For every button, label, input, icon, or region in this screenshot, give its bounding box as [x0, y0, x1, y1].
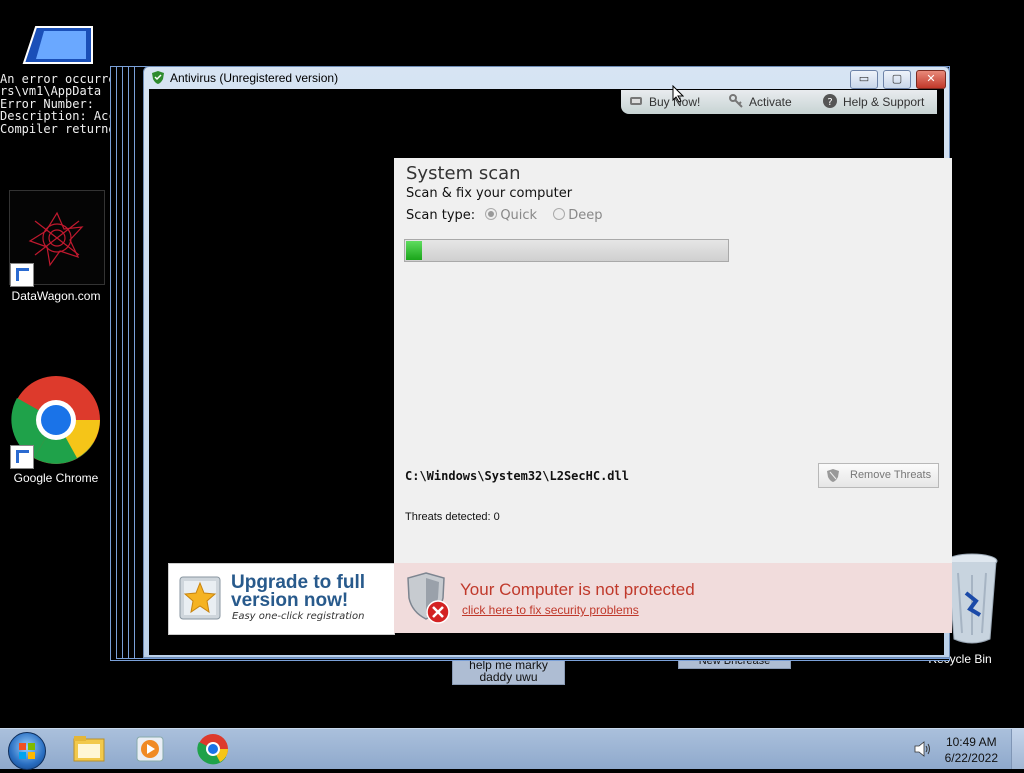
star-box-icon: [179, 576, 221, 620]
desktop-file-label: help me marky daddy uwu: [469, 658, 548, 684]
upgrade-headline: Upgrade to full version now!: [231, 573, 365, 611]
activate-label: Activate: [749, 95, 792, 109]
start-button[interactable]: [8, 732, 46, 770]
shield-icon: [152, 71, 164, 84]
toolbar: Buy Now! Activate ? Help & Support: [621, 90, 937, 114]
scan-subtitle: Scan & fix your computer: [406, 186, 573, 201]
scan-progress-fill: [406, 241, 422, 260]
help-support-label: Help & Support: [843, 95, 925, 109]
media-player-icon[interactable]: [134, 733, 168, 765]
scan-progress-bar: [404, 239, 729, 262]
radio-quick[interactable]: [485, 208, 498, 220]
monitor-icon: [22, 26, 93, 64]
current-scan-file: C:\Windows\System32\L2SecHC.dll: [405, 469, 629, 483]
cart-icon: [630, 97, 642, 105]
file-explorer-icon[interactable]: [72, 733, 106, 765]
upgrade-headline-line2: version now!: [231, 590, 349, 611]
minimize-icon: ▭: [858, 72, 870, 85]
scan-panel: System scan Scan & fix your computer Sca…: [394, 158, 952, 563]
help-support-button[interactable]: ? Help & Support: [823, 94, 924, 109]
desktop-icon-label: Google Chrome: [13, 471, 99, 485]
antivirus-window: Antivirus (Unregistered version) ▭ ▢ ✕ B…: [143, 66, 952, 658]
close-icon: ✕: [926, 72, 936, 85]
desktop-file-item[interactable]: help me marky daddy uwu: [452, 658, 565, 685]
minimize-button[interactable]: ▭: [850, 70, 878, 89]
radio-deep-label: Deep: [568, 208, 603, 223]
svg-text:?: ?: [827, 97, 832, 108]
help-icon: ?: [823, 94, 837, 108]
scan-type-row: Scan type: Quick Deep: [406, 208, 602, 223]
shield-icon: [827, 469, 839, 482]
threats-detected: Threats detected: 0: [405, 511, 500, 523]
key-icon: [729, 94, 743, 108]
radio-deep[interactable]: [553, 208, 566, 220]
fix-security-link[interactable]: click here to fix security problems: [462, 603, 639, 617]
clock-date: 6/22/2022: [944, 751, 998, 765]
shortcut-arrow-icon: [10, 445, 34, 469]
clock-time: 10:49 AM: [945, 735, 997, 749]
show-desktop-button[interactable]: [1011, 729, 1024, 769]
scan-type-label: Scan type:: [406, 208, 476, 223]
scan-title: System scan: [406, 163, 521, 184]
upgrade-tagline: Easy one-click registration: [232, 611, 365, 622]
system-clock[interactable]: 10:49 AM 6/22/2022: [945, 734, 998, 766]
title-bar[interactable]: Antivirus (Unregistered version) ▭ ▢ ✕: [144, 67, 949, 89]
remove-threats-label: Remove Threats: [850, 469, 932, 481]
buy-now-button[interactable]: Buy Now!: [629, 94, 700, 109]
warning-headline: Your Computer is not protected: [460, 580, 695, 599]
protection-warning-banner: Your Computer is not protected click her…: [394, 563, 952, 633]
activate-button[interactable]: Activate: [729, 94, 792, 109]
chrome-taskbar-icon[interactable]: [196, 733, 230, 765]
window-client-area: Buy Now! Activate ? Help & Support System…: [149, 89, 952, 655]
taskbar: 10:49 AM 6/22/2022: [0, 728, 1024, 770]
close-button[interactable]: ✕: [916, 70, 946, 89]
shield-error-icon: [407, 572, 450, 624]
windows-logo-icon: [19, 743, 35, 759]
mouse-cursor-icon: [672, 85, 684, 103]
upgrade-banner[interactable]: Upgrade to full version now! Easy one-cl…: [168, 563, 395, 635]
shortcut-arrow-icon: [10, 263, 34, 287]
remove-threats-button[interactable]: Remove Threats: [818, 463, 939, 488]
recycle-bin-icon: [946, 553, 998, 644]
maximize-icon: ▢: [891, 72, 903, 85]
maximize-button[interactable]: ▢: [883, 70, 911, 89]
desktop-icon-label: DataWagon.com: [11, 289, 101, 303]
radio-quick-label: Quick: [500, 208, 538, 223]
window-title: Antivirus (Unregistered version): [170, 71, 339, 85]
volume-icon[interactable]: [914, 741, 932, 757]
